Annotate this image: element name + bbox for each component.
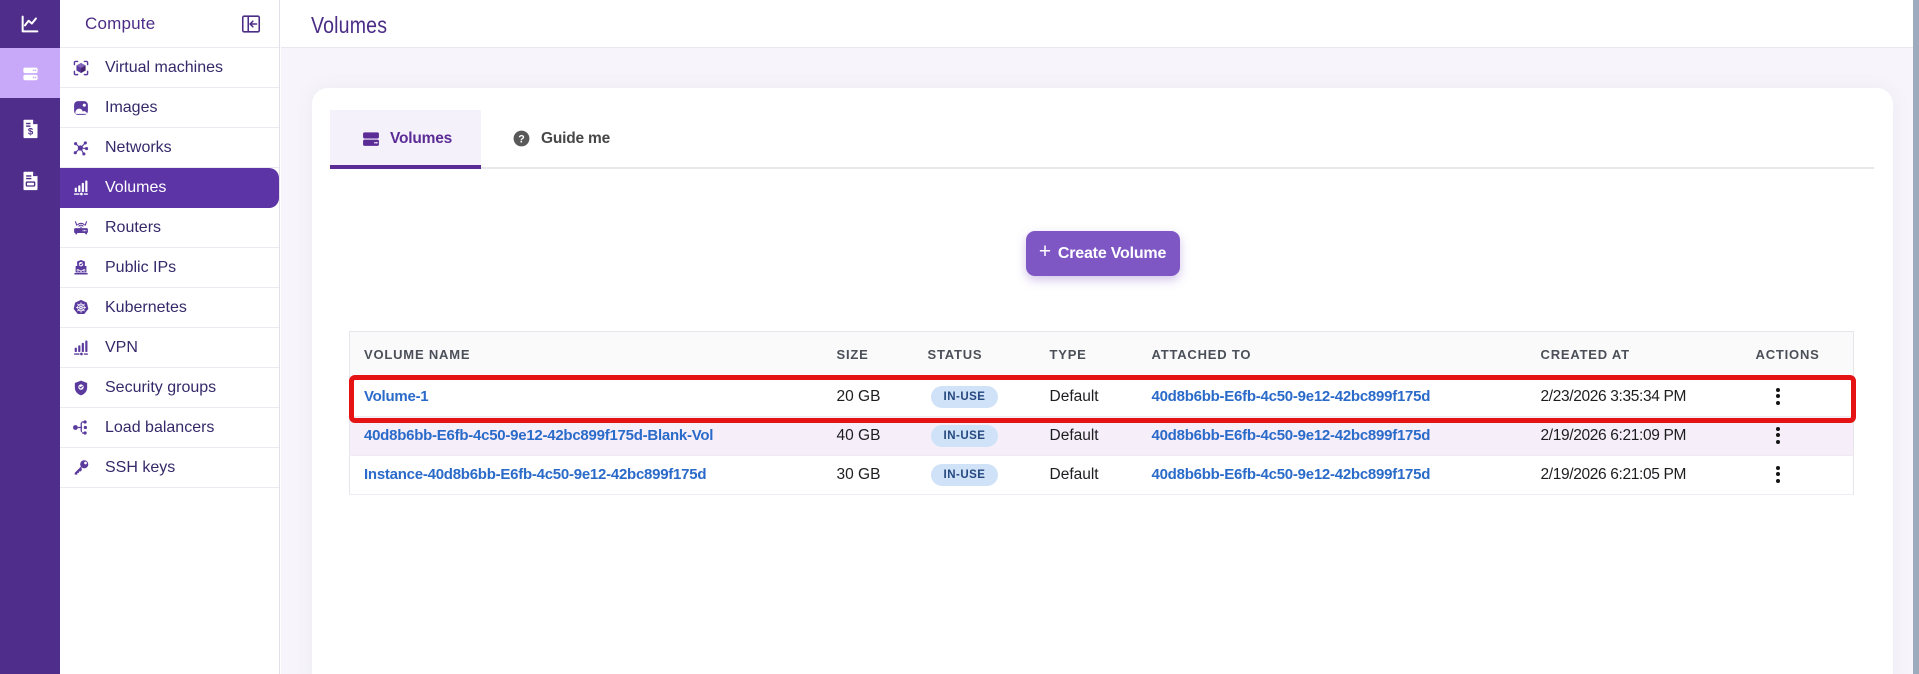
svg-text:?: ? — [518, 133, 525, 145]
svg-text:$: $ — [27, 126, 33, 137]
